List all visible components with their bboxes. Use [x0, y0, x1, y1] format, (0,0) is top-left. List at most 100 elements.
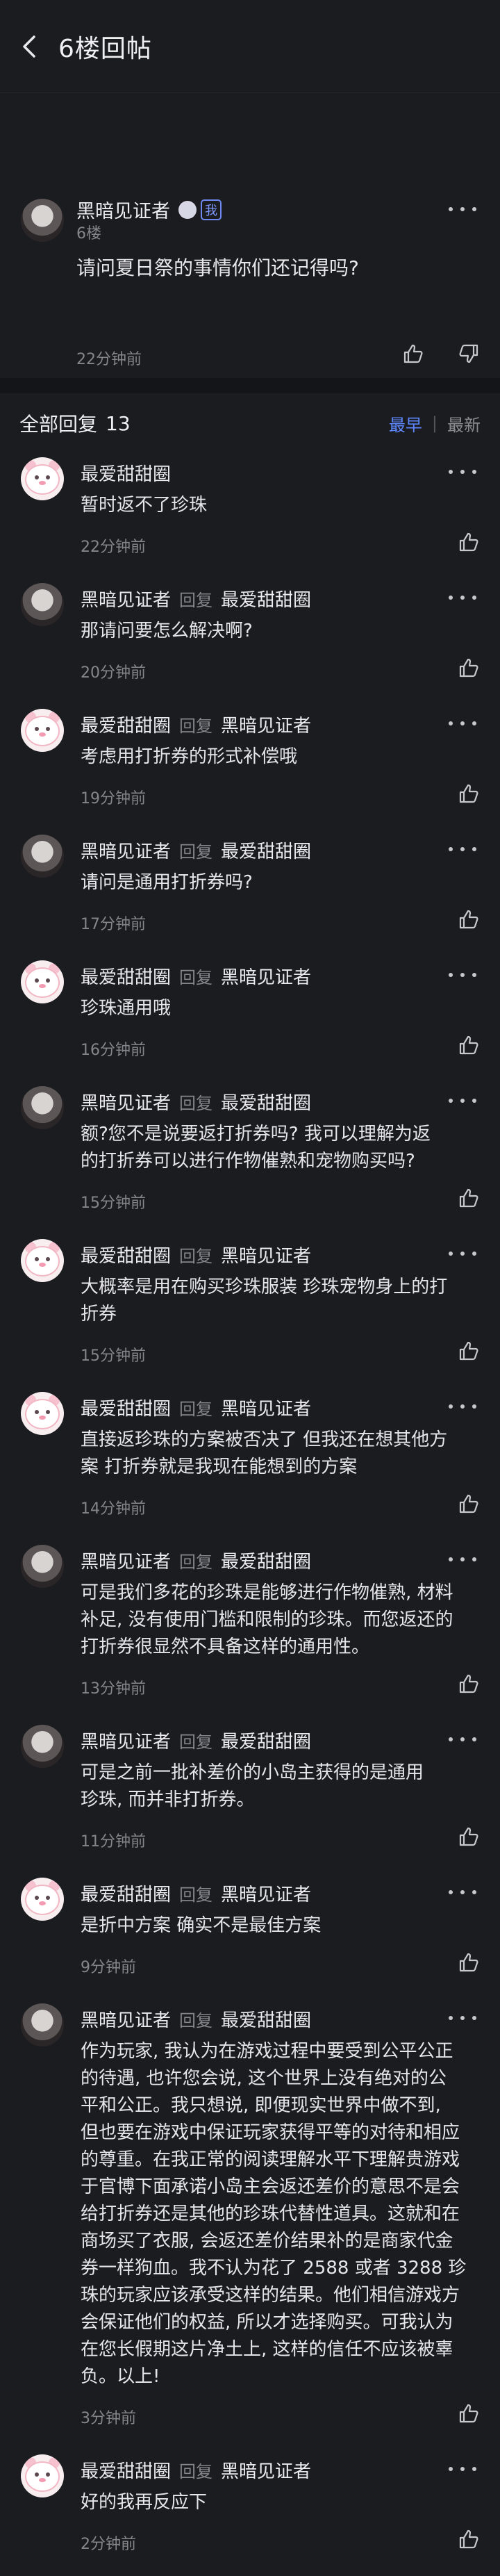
more-options-icon[interactable]: [449, 2013, 476, 2023]
reply-target[interactable]: 黑暗见证者: [221, 963, 311, 989]
more-options-icon[interactable]: [449, 1734, 476, 1744]
sort-earliest[interactable]: 最早: [389, 411, 422, 436]
reply-author[interactable]: 最爱甜甜圈: [81, 712, 171, 737]
thumbs-up-icon[interactable]: [458, 1493, 479, 1514]
thumbs-up-icon[interactable]: [458, 1952, 479, 1973]
reply-target[interactable]: 黑暗见证者: [221, 712, 311, 737]
reply-content-line: 好的我再反应下: [81, 2492, 208, 2513]
thumbs-up-icon[interactable]: [458, 1826, 479, 1847]
thumbs-up-icon[interactable]: [403, 343, 424, 364]
reply-item[interactable]: 黑暗见证者 回复 最爱甜甜圈 那请问要怎么解决啊? 20分钟前: [0, 579, 500, 705]
reply-target[interactable]: 最爱甜甜圈: [221, 1548, 311, 1573]
reply-author[interactable]: 黑暗见证者: [81, 1089, 171, 1115]
reply-target[interactable]: 最爱甜甜圈: [221, 586, 311, 612]
reply-time: 15分钟前: [81, 1195, 146, 1212]
reply-item[interactable]: 最爱甜甜圈 回复 黑暗见证者 大概率是用在购买珍珠服装 珍珠宠物身上的打 折券 15分钟前: [0, 1235, 500, 1388]
avatar[interactable]: [21, 1878, 64, 1921]
avatar[interactable]: [21, 1725, 64, 1768]
more-options-icon[interactable]: [449, 1096, 476, 1106]
reply-item[interactable]: 最爱甜甜圈 暂时返不了珍珠 22分钟前: [0, 453, 500, 579]
reply-item[interactable]: 最爱甜甜圈 回复 黑暗见证者 直接返珍珠的方案被否决了 但我还在想其他方案 打折券就是…: [0, 1388, 500, 1541]
reply-item[interactable]: 黑暗见证者 回复 最爱甜甜圈 请问是通用打折券吗? 17分钟前: [0, 830, 500, 956]
reply-content-line: 但也要在游戏中保证玩家获得平等的对待和相应: [81, 2122, 460, 2143]
avatar[interactable]: [21, 1239, 64, 1282]
reply-item[interactable]: 黑暗见证者 回复 最爱甜甜圈 额?您不是说要返打折券吗? 我可以理解为返 的打折券可以进…: [0, 1082, 500, 1235]
sort-toggle: 最早 | 最新: [389, 411, 481, 436]
reply-author[interactable]: 黑暗见证者: [81, 2006, 171, 2032]
avatar[interactable]: [21, 1086, 64, 1129]
reply-item[interactable]: 黑暗见证者 回复 最爱甜甜圈 可是之前一批补差价的小岛主获得的是通用 珍珠, 而并非打折…: [0, 1721, 500, 1873]
reply-target[interactable]: 黑暗见证者: [221, 1395, 311, 1420]
thumbs-up-icon[interactable]: [458, 657, 479, 678]
reply-author[interactable]: 最爱甜甜圈: [81, 1242, 171, 1268]
reply-content: 可是之前一批补差价的小岛主获得的是通用 珍珠, 而并非打折券。: [81, 1759, 469, 1814]
avatar[interactable]: [21, 709, 64, 752]
reply-target[interactable]: 最爱甜甜圈: [221, 1089, 311, 1115]
thumbs-up-icon[interactable]: [458, 532, 479, 552]
reply-item[interactable]: 最爱甜甜圈 回复 黑暗见证者 好的我再反应下 2分钟前: [0, 2450, 500, 2576]
reply-author[interactable]: 黑暗见证者: [81, 1548, 171, 1573]
reply-author[interactable]: 最爱甜甜圈: [81, 460, 171, 486]
reply-time: 3分钟前: [81, 2410, 136, 2427]
thumbs-up-icon[interactable]: [458, 909, 479, 930]
reply-content-line: 大概率是用在购买珍珠服装 珍珠宠物身上的打: [81, 1277, 448, 1297]
reply-author[interactable]: 黑暗见证者: [81, 586, 171, 612]
reply-author[interactable]: 最爱甜甜圈: [81, 2457, 171, 2483]
reply-author[interactable]: 最爱甜甜圈: [81, 963, 171, 989]
reply-item[interactable]: 最爱甜甜圈 回复 黑暗见证者 是折中方案 确实不是最佳方案 9分钟前: [0, 1873, 500, 1999]
avatar[interactable]: [21, 2454, 64, 2497]
reply-item[interactable]: 黑暗见证者 回复 最爱甜甜圈 作为玩家, 我认为在游戏过程中要受到公平公正 的待遇, 也…: [0, 1999, 500, 2450]
more-options-icon[interactable]: [449, 1887, 476, 1897]
post-author[interactable]: 黑暗见证者 我: [76, 196, 222, 223]
more-options-icon[interactable]: [449, 204, 476, 214]
reply-names: 黑暗见证者 回复 最爱甜甜圈: [81, 1548, 311, 1573]
more-options-icon[interactable]: [449, 1249, 476, 1258]
more-options-icon[interactable]: [449, 2464, 476, 2474]
thumbs-up-icon[interactable]: [458, 783, 479, 804]
avatar[interactable]: [21, 2003, 64, 2046]
more-options-icon[interactable]: [449, 1554, 476, 1564]
reply-content-line: 打折券很显然不具备这样的通用性。: [81, 1636, 370, 1657]
sort-latest[interactable]: 最新: [447, 411, 481, 436]
thumbs-up-icon[interactable]: [458, 1340, 479, 1361]
avatar[interactable]: [21, 199, 64, 242]
thumbs-up-icon[interactable]: [458, 2403, 479, 2424]
reply-item[interactable]: 最爱甜甜圈 回复 黑暗见证者 考虑用打折券的形式补偿哦 19分钟前: [0, 705, 500, 830]
reply-target[interactable]: 最爱甜甜圈: [221, 837, 311, 863]
reply-author[interactable]: 黑暗见证者: [81, 837, 171, 863]
back-button[interactable]: [15, 33, 43, 60]
thumbs-down-icon[interactable]: [458, 343, 479, 364]
reply-target[interactable]: 最爱甜甜圈: [221, 2006, 311, 2032]
reply-item[interactable]: 最爱甜甜圈 回复 黑暗见证者 珍珠通用哦 16分钟前: [0, 956, 500, 1082]
reply-target[interactable]: 最爱甜甜圈: [221, 1728, 311, 1753]
more-options-icon[interactable]: [449, 593, 476, 602]
thumbs-up-icon[interactable]: [458, 1035, 479, 1056]
reply-author[interactable]: 黑暗见证者: [81, 1728, 171, 1753]
avatar[interactable]: [21, 1392, 64, 1435]
reply-author[interactable]: 最爱甜甜圈: [81, 1395, 171, 1420]
thumbs-up-icon[interactable]: [458, 2529, 479, 2550]
replies-count: 13: [106, 411, 131, 435]
more-options-icon[interactable]: [449, 970, 476, 980]
reply-time: 15分钟前: [81, 1347, 146, 1365]
reply-content-line: 平和公正。我只想说, 即便现实世界中做不到,: [81, 2095, 441, 2116]
more-options-icon[interactable]: [449, 467, 476, 477]
avatar[interactable]: [21, 960, 64, 1003]
avatar[interactable]: [21, 1545, 64, 1588]
thumbs-up-icon[interactable]: [458, 1188, 479, 1208]
more-options-icon[interactable]: [449, 844, 476, 854]
more-options-icon[interactable]: [449, 719, 476, 728]
reply-content-line: 是折中方案 确实不是最佳方案: [81, 1915, 322, 1936]
reply-target[interactable]: 黑暗见证者: [221, 1880, 311, 1906]
reply-author[interactable]: 最爱甜甜圈: [81, 1880, 171, 1906]
avatar[interactable]: [21, 835, 64, 878]
thumbs-up-icon[interactable]: [458, 1673, 479, 1694]
avatar[interactable]: [21, 583, 64, 626]
reply-item[interactable]: 黑暗见证者 回复 最爱甜甜圈 可是我们多花的珍珠是能够进行作物催熟, 材料 补足, 没有…: [0, 1541, 500, 1721]
reply-to-label: 回复: [179, 842, 213, 862]
more-options-icon[interactable]: [449, 1402, 476, 1411]
reply-target[interactable]: 黑暗见证者: [221, 1242, 311, 1268]
avatar[interactable]: [21, 457, 64, 500]
reply-target[interactable]: 黑暗见证者: [221, 2457, 311, 2483]
reply-names: 最爱甜甜圈 回复 黑暗见证者: [81, 712, 311, 737]
